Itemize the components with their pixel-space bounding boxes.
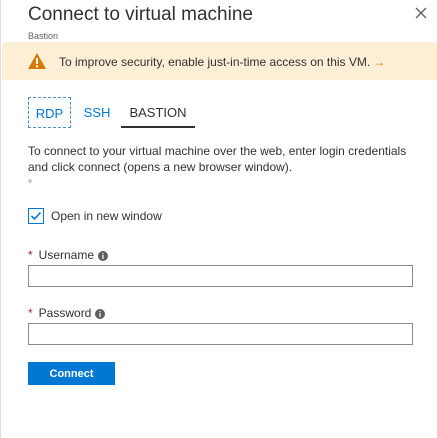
required-asterisk: * bbox=[28, 248, 33, 262]
tab-rdp[interactable]: RDP bbox=[28, 97, 71, 128]
tab-ssh[interactable]: SSH bbox=[78, 97, 116, 128]
required-asterisk: * bbox=[28, 306, 33, 320]
connect-button[interactable]: Connect bbox=[28, 362, 115, 385]
page-title: Connect to virtual machine bbox=[28, 4, 253, 25]
small-marker: ° bbox=[28, 179, 32, 190]
close-button[interactable] bbox=[409, 2, 433, 26]
username-input[interactable] bbox=[28, 265, 413, 287]
connect-vm-panel: Connect to virtual machine Bastion To im… bbox=[0, 0, 437, 438]
page-subtitle: Bastion bbox=[28, 31, 59, 41]
password-input[interactable] bbox=[28, 323, 413, 345]
close-icon bbox=[415, 7, 427, 19]
info-icon[interactable] bbox=[98, 251, 109, 261]
username-label: * Username bbox=[28, 248, 109, 262]
arrow-right-icon: → bbox=[373, 55, 386, 69]
password-label-text: Password bbox=[38, 306, 92, 320]
checkmark-icon bbox=[30, 211, 42, 221]
banner-text: To improve security, enable just-in-time… bbox=[59, 55, 371, 69]
tab-bastion[interactable]: BASTION bbox=[121, 97, 195, 128]
jit-warning-banner[interactable]: To improve security, enable just-in-time… bbox=[2, 42, 437, 80]
open-in-new-window-checkbox[interactable] bbox=[28, 208, 44, 224]
info-icon[interactable] bbox=[95, 309, 106, 319]
open-in-new-window-label: Open in new window bbox=[51, 209, 162, 223]
username-label-text: Username bbox=[38, 248, 95, 262]
password-label: * Password bbox=[28, 306, 106, 320]
connect-description: To connect to your virtual machine over … bbox=[28, 144, 407, 174]
banner-message[interactable]: To improve security, enable just-in-time… bbox=[59, 55, 385, 69]
warning-icon bbox=[28, 53, 46, 69]
active-tab-indicator bbox=[121, 126, 195, 128]
